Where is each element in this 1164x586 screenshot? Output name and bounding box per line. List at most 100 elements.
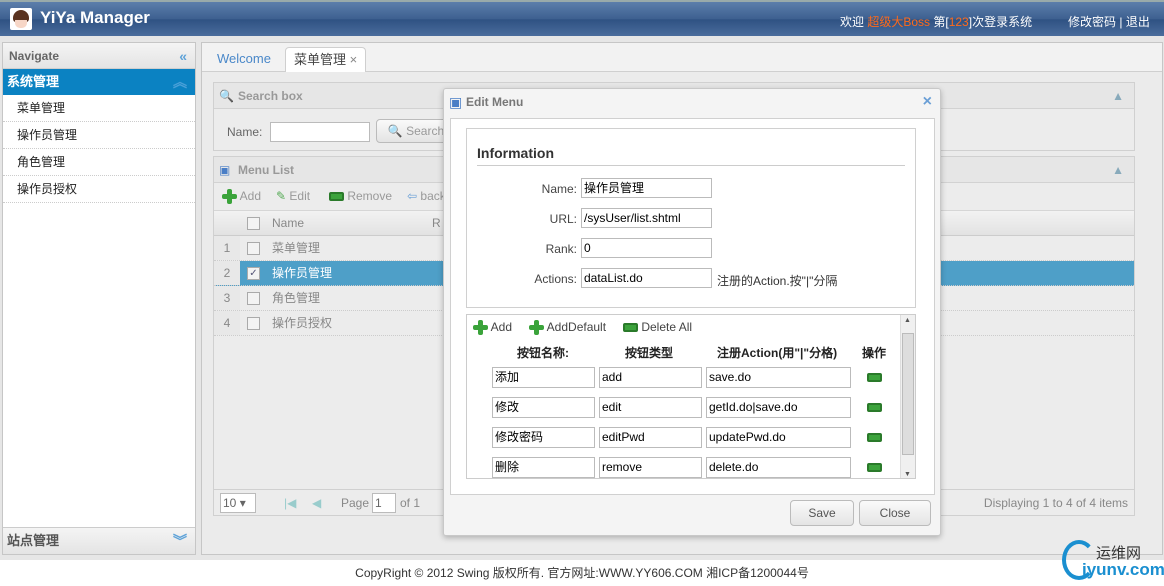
column-button-name: 按钮名称:	[517, 346, 569, 360]
button-name-input[interactable]: 删除	[492, 457, 595, 478]
logout-link[interactable]: 退出	[1126, 15, 1150, 29]
button-name-input[interactable]: 修改	[492, 397, 595, 418]
group-label: 站点管理	[7, 533, 60, 548]
tab-welcome[interactable]: Welcome	[209, 47, 279, 72]
actions-label: Actions:	[534, 272, 577, 286]
delete-row-icon[interactable]	[867, 373, 882, 382]
add-default-label: AddDefault	[546, 320, 607, 334]
name-label: Name:	[541, 182, 577, 196]
edit-menu-dialog: ▣ Edit Menu × Information Name: 操作员管理 URL:…	[443, 88, 941, 536]
footer: CopyRight © 2012 Swing 版权所有. 官方网址:WWW.YY…	[0, 560, 1164, 586]
sidebar-item-menu[interactable]: 菜单管理	[3, 95, 195, 122]
button-type-input[interactable]: remove	[599, 457, 702, 478]
menu-list-title: Menu List	[238, 163, 294, 177]
row-checkbox-checked[interactable]: ✓	[247, 267, 260, 280]
scroll-down-icon[interactable]: ▼	[904, 471, 911, 478]
collapse-icon[interactable]: ▲	[1112, 83, 1124, 109]
delete-row-icon[interactable]	[867, 403, 882, 412]
close-button[interactable]: Close	[859, 500, 931, 526]
collapse-icon[interactable]: ▲	[1112, 157, 1124, 183]
prev-page-icon[interactable]: ◀	[312, 490, 321, 516]
page-size-value: 10	[223, 496, 237, 510]
row-number: 2	[214, 261, 240, 285]
delete-row-icon[interactable]	[867, 433, 882, 442]
back-label: back	[420, 189, 446, 203]
sidebar-item-auth[interactable]: 操作员授权	[3, 176, 195, 203]
button-name-input[interactable]: 修改密码	[492, 427, 595, 448]
action-input[interactable]: save.do	[706, 367, 851, 388]
page-size-select[interactable]: 10 ▾	[220, 493, 256, 513]
save-button[interactable]: Save	[790, 500, 854, 526]
add-label: Add	[239, 189, 262, 203]
delete-all-button[interactable]: Delete All	[623, 320, 692, 334]
dialog-titlebar: ▣ Edit Menu ×	[444, 89, 940, 117]
action-input[interactable]: delete.do	[706, 457, 851, 478]
edit-button[interactable]: ✎ Edit	[276, 183, 310, 210]
sidebar: Navigate « 系统管理 ︽ 菜单管理 操作员管理 角色管理 操作员授权 站点…	[2, 42, 196, 555]
watermark-bottom: iyunv.com	[1082, 560, 1164, 579]
scrollbar[interactable]: ▲ ▼	[900, 315, 915, 478]
page-label: Page	[341, 496, 370, 510]
watermark: 运维网 iyunv.com	[1062, 536, 1164, 582]
information-section: Information Name: 操作员管理 URL: /sysUser/li…	[466, 128, 916, 308]
column-name: Name	[272, 216, 305, 230]
change-password-link[interactable]: 修改密码	[1068, 15, 1116, 29]
delete-row-icon[interactable]	[867, 463, 882, 472]
scroll-up-icon[interactable]: ▲	[904, 317, 911, 324]
delete-all-label: Delete All	[641, 320, 693, 334]
first-page-icon[interactable]: |◀	[284, 490, 296, 516]
sidebar-group-site[interactable]: 站点管理 ︾	[3, 527, 195, 554]
rank-label: Rank:	[545, 242, 577, 256]
sub-add-button[interactable]: Add	[473, 320, 512, 336]
close-tab-icon[interactable]: ×	[350, 52, 358, 67]
row-number: 4	[214, 311, 240, 335]
column-button-type: 按钮类型	[625, 346, 674, 360]
remove-icon	[623, 323, 638, 333]
remove-button[interactable]: Remove	[329, 183, 392, 210]
select-all-checkbox[interactable]	[247, 217, 260, 230]
sidebar-item-operator[interactable]: 操作员管理	[3, 122, 195, 149]
close-dialog-icon[interactable]: ×	[923, 89, 932, 115]
scroll-thumb[interactable]	[902, 333, 914, 455]
sidebar-group-system[interactable]: 系统管理 ︽	[3, 69, 195, 95]
count-prefix: 第[	[930, 15, 949, 29]
chevron-up-icon: ︽	[173, 74, 187, 90]
add-button[interactable]: Add	[222, 183, 261, 210]
edit-label: Edit	[289, 189, 311, 203]
display-info: Displaying 1 to 4 of 4 items	[983, 496, 1128, 510]
row-name: 菜单管理	[272, 241, 321, 255]
url-label: URL:	[549, 212, 577, 226]
tab-bar: Welcome 菜单管理 ×	[202, 43, 1162, 72]
action-input[interactable]: updatePwd.do	[706, 427, 851, 448]
row-checkbox[interactable]	[247, 242, 260, 255]
rank-input[interactable]: 0	[581, 238, 712, 258]
add-default-button[interactable]: AddDefault	[529, 320, 607, 336]
app-title: YiYa Manager	[40, 8, 150, 27]
tab-menu-management[interactable]: 菜单管理 ×	[285, 47, 367, 72]
chevron-down-icon: ︾	[173, 533, 187, 549]
row-number: 1	[214, 236, 240, 260]
page-input[interactable]: 1	[372, 493, 396, 513]
action-input[interactable]: getId.do|save.do	[706, 397, 851, 418]
name-search-input[interactable]	[270, 122, 370, 142]
column-rank: R	[432, 216, 441, 230]
sidebar-item-role[interactable]: 角色管理	[3, 149, 195, 176]
url-input[interactable]: /sysUser/list.shtml	[581, 208, 712, 228]
dialog-body: Information Name: 操作员管理 URL: /sysUser/li…	[450, 118, 935, 495]
row-checkbox[interactable]	[247, 317, 260, 330]
remove-label: Remove	[347, 189, 393, 203]
back-button[interactable]: ⇦ back	[407, 183, 446, 210]
button-type-input[interactable]: editPwd	[599, 427, 702, 448]
button-type-input[interactable]: edit	[599, 397, 702, 418]
add-icon	[222, 189, 237, 205]
page-count: of 1	[400, 496, 421, 510]
pencil-icon: ✎	[276, 189, 287, 203]
collapse-icon[interactable]: «	[179, 43, 187, 69]
actions-input[interactable]: dataList.do	[581, 268, 712, 288]
button-name-input[interactable]: 添加	[492, 367, 595, 388]
name-input[interactable]: 操作员管理	[581, 178, 712, 198]
button-type-input[interactable]: add	[599, 367, 702, 388]
row-number: 3	[214, 286, 240, 310]
row-checkbox[interactable]	[247, 292, 260, 305]
sidebar-title: Navigate	[9, 49, 60, 63]
